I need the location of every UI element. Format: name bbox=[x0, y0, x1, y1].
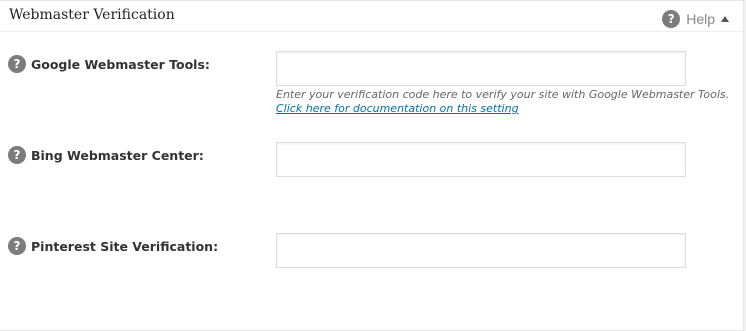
question-mark-icon[interactable]: ? bbox=[8, 237, 26, 255]
question-mark-icon[interactable]: ? bbox=[8, 55, 26, 73]
google-description-text: Enter your verification code here to ver… bbox=[276, 88, 730, 101]
documentation-link[interactable]: Click here for documentation on this set… bbox=[276, 102, 729, 116]
help-toggle-button[interactable]: ? Help bbox=[662, 10, 729, 28]
google-field-description: Enter your verification code here to ver… bbox=[276, 88, 729, 116]
google-field-label: Google Webmaster Tools: bbox=[31, 56, 210, 72]
pinterest-field-label: Pinterest Site Verification: bbox=[31, 238, 219, 254]
arrow-up-icon bbox=[721, 16, 729, 22]
bing-verification-input[interactable] bbox=[276, 142, 686, 177]
google-verification-input[interactable] bbox=[276, 51, 686, 86]
bing-field-label: Bing Webmaster Center: bbox=[31, 147, 204, 163]
panel-title: Webmaster Verification bbox=[9, 7, 175, 23]
pinterest-verification-input[interactable] bbox=[276, 233, 686, 268]
panel-header: Webmaster Verification ? Help bbox=[0, 1, 743, 32]
webmaster-verification-panel: Webmaster Verification ? Help ? Google W… bbox=[0, 0, 744, 331]
bing-label-group: ? Bing Webmaster Center: bbox=[8, 146, 204, 164]
help-label: Help bbox=[686, 11, 715, 27]
google-label-group: ? Google Webmaster Tools: bbox=[8, 55, 210, 73]
question-mark-icon: ? bbox=[662, 10, 681, 28]
question-mark-icon[interactable]: ? bbox=[8, 146, 26, 164]
pinterest-label-group: ? Pinterest Site Verification: bbox=[8, 237, 218, 255]
